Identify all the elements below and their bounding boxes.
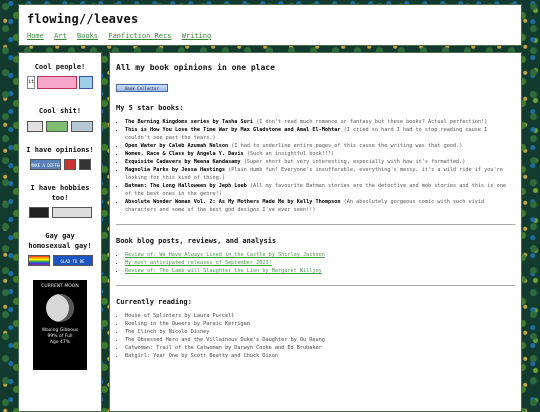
list-item: The Burning Kingdoms series by Tasha Sur… xyxy=(125,118,515,126)
nav-books[interactable]: Books xyxy=(77,32,98,40)
list-item: Women, Race & Class by Angela Y. Davis (… xyxy=(125,150,515,158)
list-item: The Clinch by Nicole Disney xyxy=(125,328,515,336)
nav-home[interactable]: Home xyxy=(27,32,44,40)
moon-full: 99% of Full xyxy=(47,334,73,340)
book-comment: (Such an insightful book!!!) xyxy=(246,151,335,157)
friend-button-3[interactable] xyxy=(79,76,93,90)
book-comment: (Super short but very interesting, espec… xyxy=(243,159,466,165)
book-comment: (I had to underline entire pages of this… xyxy=(231,143,463,149)
list-item: Absolute Wonder Woman Vol. 2: As My Moth… xyxy=(125,198,515,214)
stamp-button-4[interactable] xyxy=(63,159,76,171)
pride-flag-button[interactable] xyxy=(27,255,50,267)
opinions-heading: I have opinions! xyxy=(26,145,94,154)
reading-heading: Currently reading: xyxy=(116,298,192,306)
hobbies-heading: I have hobbies too! xyxy=(30,184,90,202)
cool-people-heading: Cool people! xyxy=(34,63,86,71)
stamp-button-3[interactable] xyxy=(71,120,93,132)
list-item: Batman: The Long Halloween by Jeph Loeb … xyxy=(125,182,515,198)
list-item: House of Splinters by Laura Purcell xyxy=(125,312,515,320)
stamp-button-7[interactable] xyxy=(51,207,92,219)
section-divider xyxy=(116,285,515,286)
make-a-difference-button[interactable]: MAKE A DIFFERENCE xyxy=(29,159,61,171)
gay-heading: Gay gay homosexual gay! xyxy=(28,232,92,250)
moon-age: Age 47% xyxy=(49,340,71,346)
list-item: My most anticipated releases of Septembe… xyxy=(125,259,515,267)
list-item: Magnolia Parks by Jessa Hastings (Plain … xyxy=(125,166,515,182)
list-item: Catwoman: Trail of the Catwoman by Darwy… xyxy=(125,344,515,352)
book-title: Absolute Wonder Woman Vol. 2: As My Moth… xyxy=(125,199,341,205)
hobbies-buttons xyxy=(23,207,97,219)
stamp-button-2[interactable] xyxy=(46,120,68,132)
book-title: Open Water by Caleb Azumah Nelson xyxy=(125,143,229,149)
book-title: Exquisite Cadavers by Meena Kandasamy xyxy=(125,159,241,165)
list-item: Reeling in the Queers by Paraic Kerrigan xyxy=(125,320,515,328)
glad-to-be-button[interactable]: GLAD TO BE xyxy=(52,255,93,267)
page-title: All my book opinions in one place xyxy=(116,63,275,72)
book-title: This is How You Lose the Time War by Max… xyxy=(125,127,341,133)
opinions-buttons: MAKE A DIFFERENCE xyxy=(23,159,97,171)
blog-link[interactable]: My most anticipated releases of Septembe… xyxy=(125,260,272,266)
blog-link[interactable]: Review of: The Lamb will Slaughter the L… xyxy=(125,268,322,274)
list-item: The Obsessed Hero and the Villainous Duk… xyxy=(125,336,515,344)
book-comment: (I don't read much romance or fantasy bu… xyxy=(256,119,488,125)
nav-fanfiction-recs[interactable]: Fanfiction Recs xyxy=(108,32,171,40)
five-star-heading: My 5 star books: xyxy=(116,104,184,112)
book-collector-badge: Book Collector xyxy=(116,84,168,92)
moon-heading: CURRENT MOON xyxy=(41,284,79,290)
five-star-list: The Burning Kingdoms series by Tasha Sur… xyxy=(116,118,515,214)
nav-art[interactable]: Art xyxy=(54,32,67,40)
list-item: Open Water by Caleb Azumah Nelson (I had… xyxy=(125,142,515,150)
sidebar: Cool people! it Cool shit! I have opinio… xyxy=(18,52,102,412)
cool-shit-heading: Cool shit! xyxy=(38,107,82,116)
list-item: Review of: We Have Always Lived in the C… xyxy=(125,251,515,259)
cool-shit-buttons xyxy=(23,120,97,132)
nav-writing[interactable]: Writing xyxy=(182,32,212,40)
list-item: Exquisite Cadavers by Meena Kandasamy (S… xyxy=(125,158,515,166)
section-divider xyxy=(116,224,515,225)
cool-people-buttons: it xyxy=(23,76,97,90)
moon-phase-widget: CURRENT MOON Waxing Gibbous 99% of Full … xyxy=(33,280,87,371)
main-nav: Home Art Books Fanfiction Recs Writing xyxy=(27,32,513,40)
book-title: Women, Race & Class by Angela Y. Davis xyxy=(125,151,244,157)
blog-link[interactable]: Review of: We Have Always Lived in the C… xyxy=(125,252,325,258)
pride-buttons: GLAD TO BE xyxy=(23,255,97,267)
list-item: Review of: The Lamb will Slaughter the L… xyxy=(125,267,515,275)
friend-button-1[interactable]: it xyxy=(27,76,35,90)
book-title: Batman: The Long Halloween by Jeph Loeb xyxy=(125,183,247,189)
friend-button-2[interactable] xyxy=(37,76,77,90)
list-item: Batgirl: Year One by Scott Beatty and Ch… xyxy=(125,352,515,360)
list-item: This is How You Lose the Time War by Max… xyxy=(125,126,515,142)
moon-phase: Waxing Gibbous xyxy=(41,328,79,334)
moon-icon xyxy=(46,294,74,323)
stamp-button-6[interactable] xyxy=(28,207,49,219)
main-content: All my book opinions in one place Book C… xyxy=(109,52,522,412)
book-title: Magnolia Parks by Jessa Hastings xyxy=(125,167,225,173)
site-header: flowing//leaves Home Art Books Fanfictio… xyxy=(18,4,522,46)
blog-links-list: Review of: We Have Always Lived in the C… xyxy=(116,251,515,275)
book-title: The Burning Kingdoms series by Tasha Sur… xyxy=(125,119,254,125)
stamp-button-1[interactable] xyxy=(27,120,43,132)
site-title: flowing//leaves xyxy=(27,12,139,26)
blog-heading: Book blog posts, reviews, and analysis xyxy=(116,237,277,245)
reading-list: House of Splinters by Laura Purcell Reel… xyxy=(116,312,515,360)
stamp-button-5[interactable] xyxy=(78,159,91,171)
